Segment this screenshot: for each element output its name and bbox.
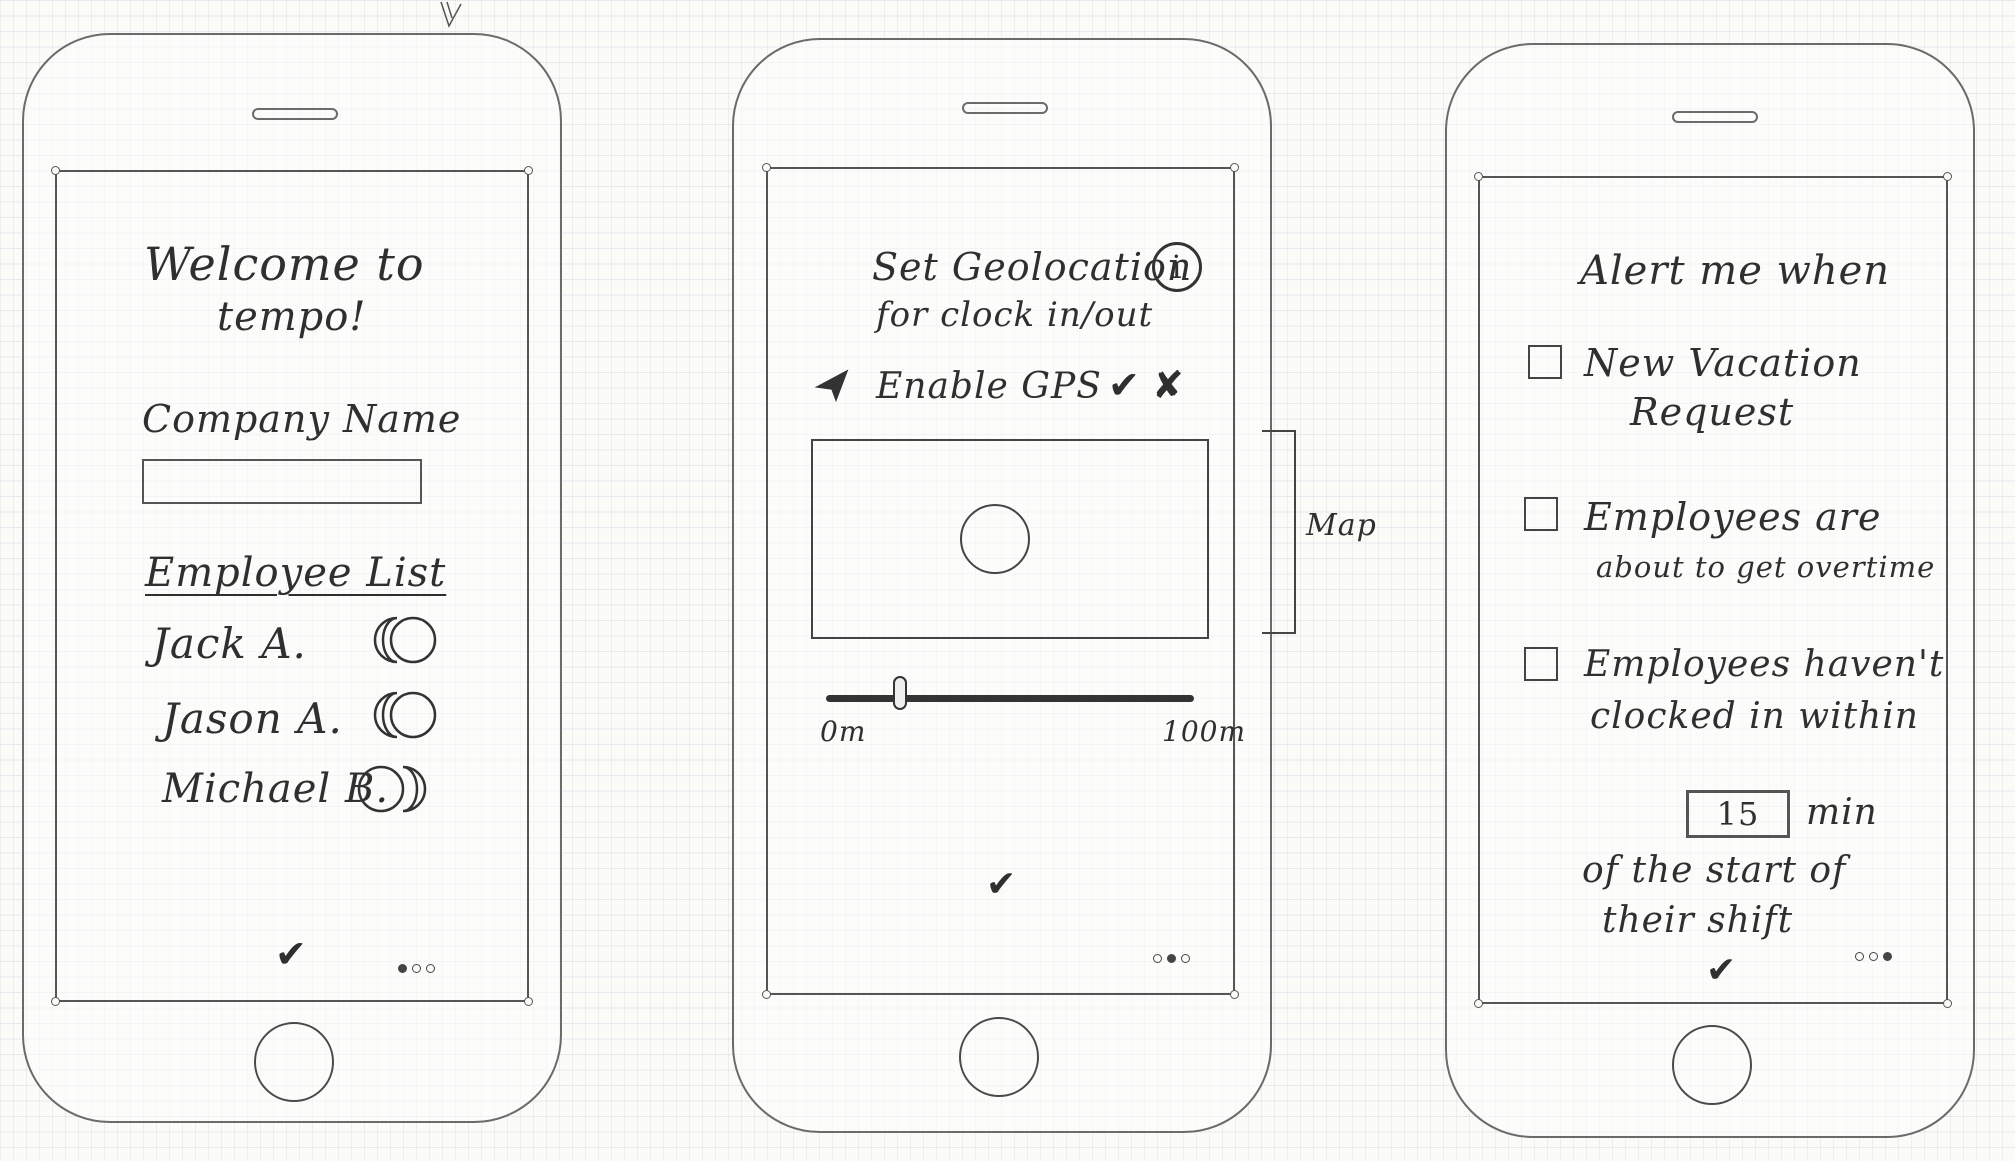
- map-area[interactable]: [811, 439, 1209, 639]
- gps-confirm-check-icon[interactable]: ✔: [1108, 363, 1141, 407]
- page-dot: [1855, 952, 1864, 961]
- info-icon-glyph: i: [1171, 248, 1183, 286]
- geolocation-title-line2: for clock in/out: [876, 295, 1154, 335]
- screen-corner: [1943, 172, 1952, 181]
- home-button[interactable]: [254, 1022, 334, 1102]
- employee-name: Jason A.: [162, 694, 343, 743]
- screen-corner: [1474, 999, 1483, 1008]
- employee-name: Jack A.: [152, 619, 307, 668]
- alert-label-line2: clocked in within: [1590, 696, 1919, 737]
- screen-corner: [1230, 990, 1239, 999]
- welcome-title-line2: tempo!: [217, 294, 367, 340]
- phone-speaker: [1672, 111, 1758, 123]
- minutes-unit-label: min: [1806, 792, 1878, 833]
- screen-corner: [762, 163, 771, 172]
- alert-checkbox-vacation[interactable]: [1528, 345, 1562, 379]
- page-dot: [1883, 952, 1892, 961]
- welcome-title-line1: Welcome to: [144, 237, 425, 291]
- location-radius-circle: [960, 504, 1030, 574]
- screen-corner: [524, 166, 533, 175]
- confirm-check-icon[interactable]: ✔: [986, 864, 1017, 905]
- radius-max-label: 100m: [1162, 715, 1246, 748]
- phone-speaker: [962, 102, 1048, 114]
- page-indicator: [1855, 952, 1892, 961]
- alert-label-line2: Request: [1630, 390, 1795, 434]
- alert-label-line2: about to get overtime: [1596, 550, 1936, 584]
- confirm-check-icon[interactable]: ✔: [1706, 950, 1737, 991]
- screen-corner: [1943, 999, 1952, 1008]
- shift-text-line2: their shift: [1602, 900, 1794, 941]
- radius-min-label: 0m: [820, 715, 867, 748]
- screen-corner: [51, 997, 60, 1006]
- phone-speaker: [252, 108, 338, 120]
- page-dot: [412, 964, 421, 973]
- alert-label-line1: New Vacation: [1584, 341, 1862, 385]
- alert-checkbox-overtime[interactable]: [1524, 497, 1558, 531]
- alert-label-line1: Employees are: [1584, 495, 1882, 539]
- page-indicator: [398, 964, 435, 973]
- alert-label-line1: Employees haven't: [1584, 644, 1945, 685]
- employee-toggle-jason[interactable]: [357, 687, 447, 743]
- screen-alerts: Alert me when New Vacation Request Emplo…: [1474, 172, 1952, 1008]
- enable-gps-label: Enable GPS: [876, 366, 1102, 407]
- screen-corner: [51, 166, 60, 175]
- home-button[interactable]: [959, 1017, 1039, 1097]
- screen-welcome: Welcome to tempo! Company Name Employee …: [51, 166, 533, 1006]
- employee-name: Michael B.: [162, 766, 390, 812]
- screen-corner: [1474, 172, 1483, 181]
- info-icon[interactable]: i: [1152, 242, 1202, 292]
- company-name-input[interactable]: [142, 459, 422, 504]
- minutes-input[interactable]: 15: [1686, 790, 1790, 838]
- page-indicator: [1153, 954, 1190, 963]
- page-dot: [1181, 954, 1190, 963]
- screen-corner: [524, 997, 533, 1006]
- screen-geolocation: Set Geolocation for clock in/out i Enabl…: [762, 163, 1245, 999]
- pencil-mark: [440, 1, 462, 28]
- page-dot: [1167, 954, 1176, 963]
- page-dot: [1153, 954, 1162, 963]
- screen-corner: [1230, 163, 1239, 172]
- page-dot: [398, 964, 407, 973]
- map-annotation-label: Map: [1306, 508, 1377, 543]
- location-arrow-icon: [814, 369, 849, 403]
- gps-cancel-cross-icon[interactable]: ✘: [1152, 363, 1185, 407]
- page-dot: [1869, 952, 1878, 961]
- map-annotation-bracket: [1262, 430, 1296, 634]
- alerts-title: Alert me when: [1580, 248, 1891, 294]
- company-name-label: Company Name: [142, 397, 462, 441]
- employee-toggle-michael[interactable]: [357, 761, 447, 817]
- shift-text-line1: of the start of: [1582, 850, 1847, 891]
- radius-slider-track[interactable]: [826, 695, 1194, 702]
- employee-toggle-jack[interactable]: [357, 612, 447, 668]
- alert-checkbox-clock-in[interactable]: [1524, 647, 1558, 681]
- geolocation-title-line1: Set Geolocation: [872, 245, 1193, 289]
- employee-list-header: Employee List: [145, 550, 447, 596]
- minutes-input-value: 15: [1716, 795, 1760, 833]
- page-dot: [426, 964, 435, 973]
- confirm-check-icon[interactable]: ✔: [275, 932, 308, 976]
- radius-slider-thumb[interactable]: [892, 676, 907, 710]
- screen-corner: [762, 990, 771, 999]
- home-button[interactable]: [1672, 1025, 1752, 1105]
